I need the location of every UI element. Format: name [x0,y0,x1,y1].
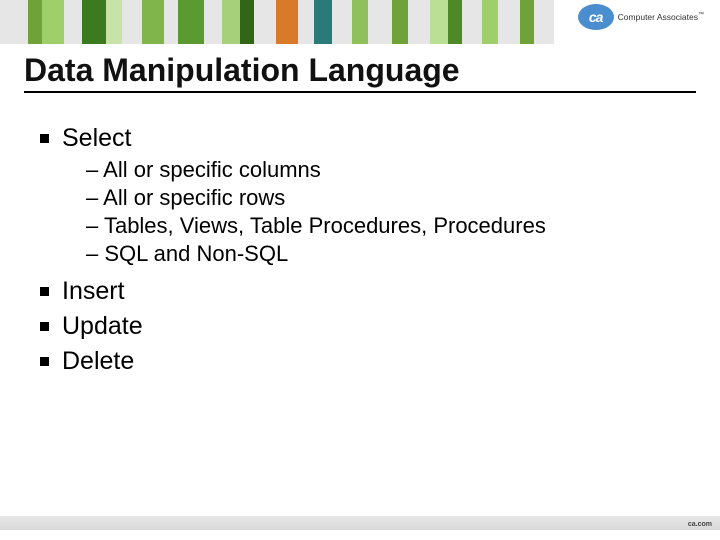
mosaic-cell [222,0,240,44]
brand-company: Computer Associates™ [618,12,704,21]
mosaic-cell [520,0,534,44]
footer-bar [0,516,720,530]
mosaic-cell [448,0,462,44]
logo-mark: ca [589,9,603,25]
mosaic-cell [392,0,408,44]
mosaic-cell [0,0,28,44]
bullet-label: Insert [62,277,125,305]
brand-logo: ca Computer Associates™ [578,4,704,30]
mosaic-cell [240,0,254,44]
mosaic-cell [482,0,498,44]
mosaic-cell [276,0,298,44]
square-bullet-icon [40,287,49,296]
mosaic-cell [164,0,178,44]
sublist: All or specific columnsAll or specific r… [86,157,690,267]
mosaic-cell [254,0,276,44]
bullet-lvl2: All or specific rows [86,185,690,211]
mosaic-cell [42,0,64,44]
bullet-lvl2: Tables, Views, Table Procedures, Procedu… [86,213,690,239]
bullet-lvl1: Delete [40,347,690,376]
slide: ca Computer Associates™ Data Manipulatio… [0,0,720,540]
mosaic-cell [82,0,106,44]
square-bullet-icon [40,322,49,331]
mosaic-cell [332,0,352,44]
mosaic-cell [142,0,164,44]
mosaic-cell [352,0,368,44]
bullet-lvl1: Insert [40,277,690,306]
mosaic-cell [106,0,122,44]
mosaic-cell [204,0,222,44]
mosaic-cell [498,0,520,44]
mosaic-cell [28,0,42,44]
mosaic-cell [298,0,314,44]
bullet-label: Delete [62,347,134,375]
mosaic-cell [178,0,204,44]
page-title: Data Manipulation Language [24,52,696,93]
mosaic-cell [430,0,448,44]
slide-body: Select All or specific columnsAll or spec… [40,118,690,380]
mosaic-cell [122,0,142,44]
bullet-lvl1: Select [40,124,690,153]
mosaic-cell [534,0,554,44]
mosaic-cell [462,0,482,44]
bullet-label: Select [62,124,131,152]
mosaic-cell [314,0,332,44]
footer-label: ca.com [688,521,712,528]
ca-logo-icon: ca [578,4,614,30]
square-bullet-icon [40,357,49,366]
square-bullet-icon [40,134,49,143]
bullet-lvl2: SQL and Non-SQL [86,241,690,267]
mosaic-cell [64,0,82,44]
bullet-lvl1: Update [40,312,690,341]
mosaic-cell [408,0,430,44]
bullet-lvl2: All or specific columns [86,157,690,183]
bullet-label: Update [62,312,143,340]
mosaic-cell [368,0,392,44]
